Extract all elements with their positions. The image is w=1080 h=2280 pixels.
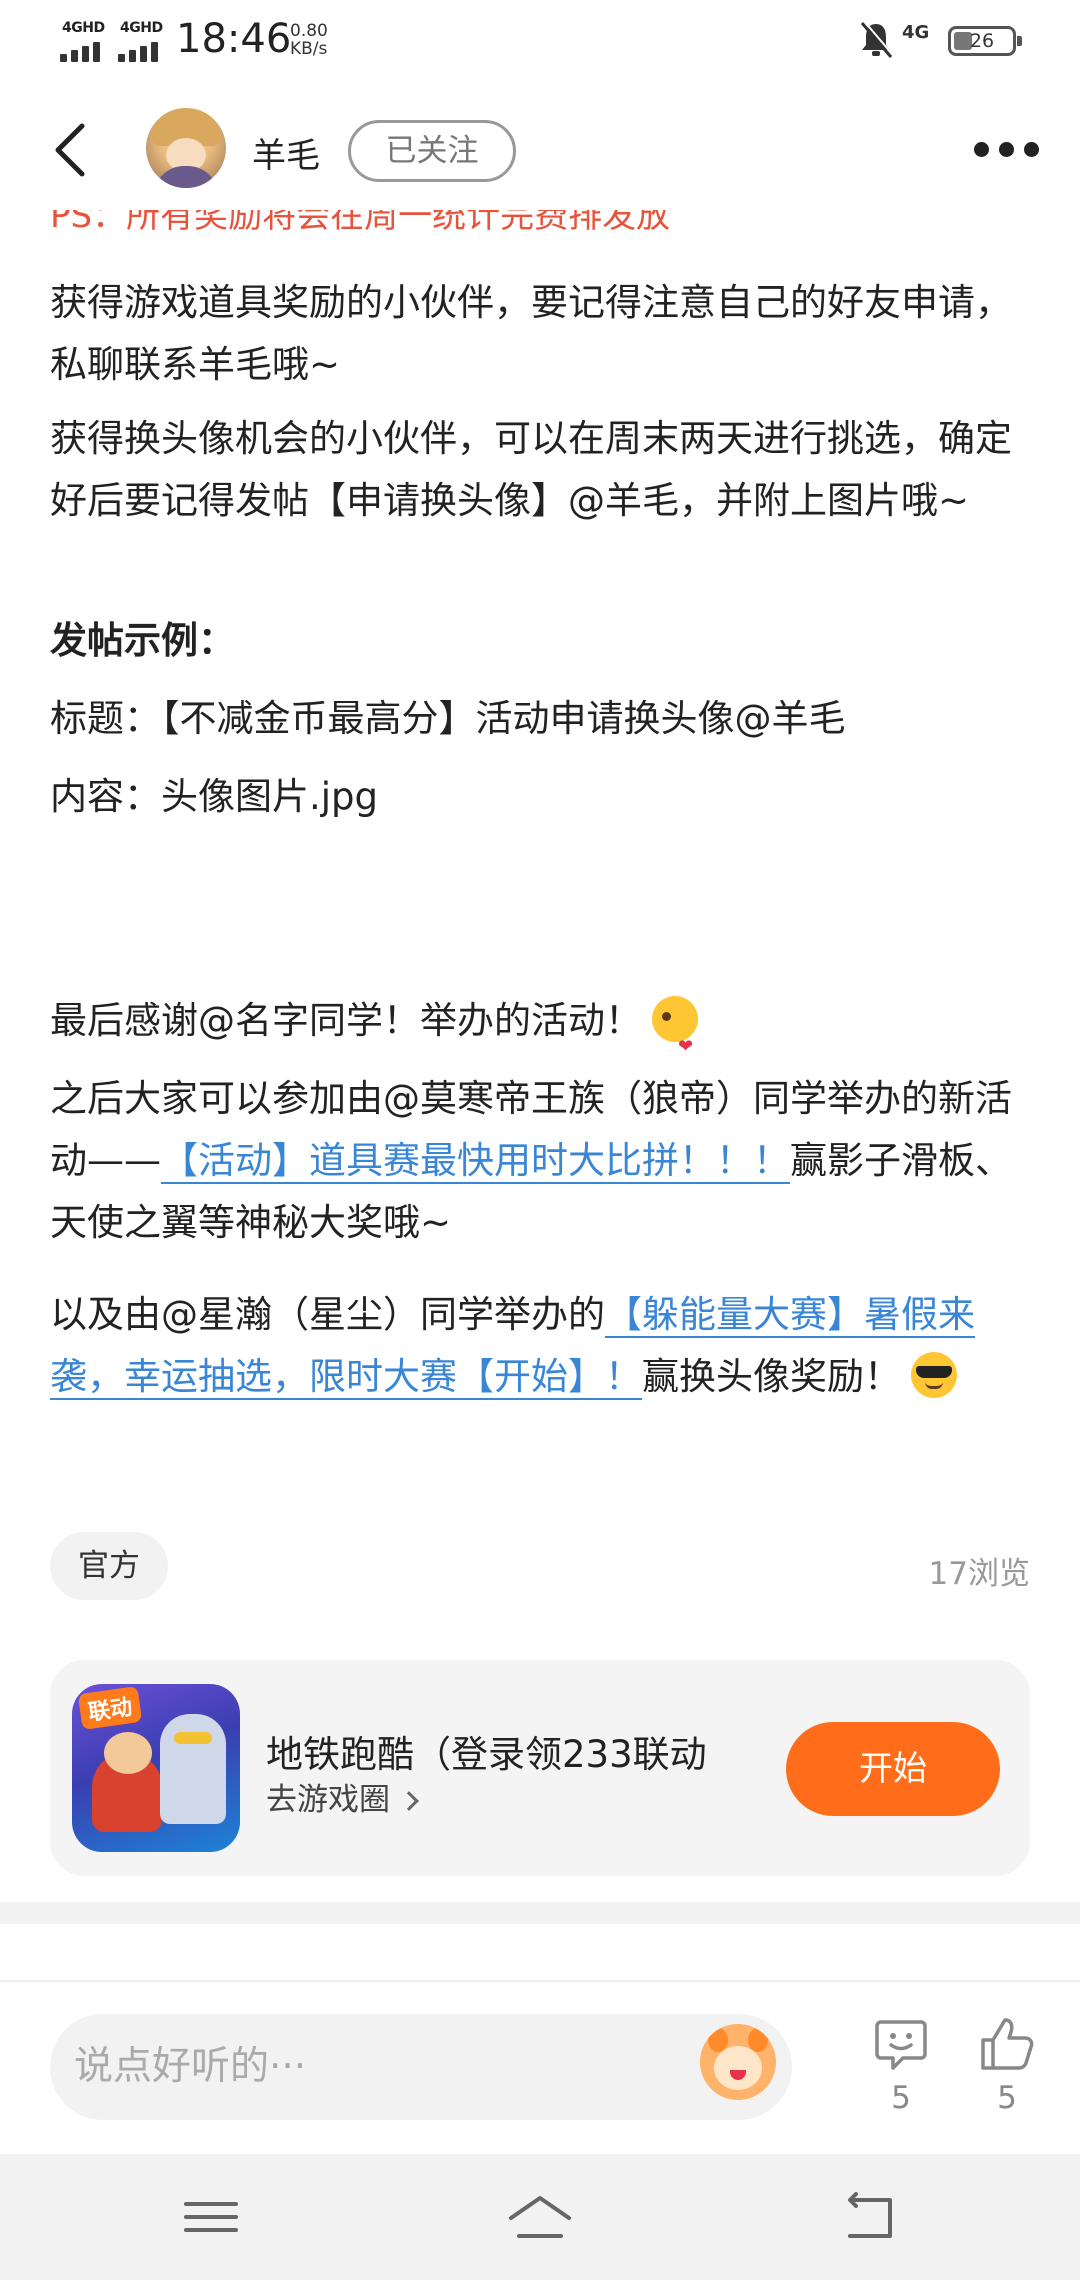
thanks-text: 最后感谢@名字同学！举办的活动！ bbox=[50, 999, 642, 1042]
sim1-label: 4GHD bbox=[62, 20, 105, 36]
like-button[interactable]: 5 bbox=[972, 2016, 1042, 2116]
official-tag[interactable]: 官方 bbox=[50, 1532, 168, 1600]
post-body: PS：所有奖励将会在周一统计完费排发放 获得游戏道具奖励的小伙伴，要记得注意自己… bbox=[50, 210, 1030, 1506]
author-name[interactable]: 羊毛 bbox=[252, 128, 320, 177]
thanks-paragraph: 最后感谢@名字同学！举办的活动！ bbox=[50, 990, 1020, 1078]
view-count: 17浏览 bbox=[928, 1556, 1030, 1592]
return-icon[interactable] bbox=[834, 2192, 904, 2242]
sunglasses-emoji-icon bbox=[911, 1352, 957, 1398]
partial-line: PS：所有奖励将会在周一统计完费排发放 bbox=[50, 210, 671, 236]
net-speed: 0.80 KB/s bbox=[290, 22, 328, 58]
network-type: 4G bbox=[902, 22, 930, 43]
activity-link[interactable]: 【活动】道具赛最快用时大比拼！！！ bbox=[161, 1139, 790, 1184]
kiss-emoji-icon bbox=[652, 996, 698, 1078]
paragraph: 获得换头像机会的小伙伴，可以在周末两天进行挑选，确定好后要记得发帖【申请换头像】… bbox=[50, 417, 1012, 522]
game-circle-link[interactable]: 去游戏圈 bbox=[266, 1774, 419, 1819]
start-game-button[interactable]: 开始 bbox=[786, 1722, 1000, 1816]
game-card[interactable]: 联动 地铁跑酷（登录领233联动 去游戏圈 开始 bbox=[50, 1660, 1030, 1876]
comment-icon bbox=[875, 2020, 927, 2070]
system-nav-bar bbox=[0, 2154, 1080, 2280]
menu-icon[interactable] bbox=[176, 2192, 246, 2242]
paragraph: 获得游戏道具奖励的小伙伴，要记得注意自己的好友申请，私聊联系羊毛哦~ bbox=[50, 281, 1012, 386]
post-header: 羊毛 已关注 bbox=[0, 90, 1080, 210]
author-avatar[interactable] bbox=[146, 108, 226, 188]
chevron-right-icon bbox=[399, 1791, 419, 1811]
game-icon[interactable]: 联动 bbox=[72, 1684, 240, 1852]
example-title: 标题：【不减金币最高分】活动申请换头像@羊毛 bbox=[50, 697, 846, 740]
next-activity-paragraph: 之后大家可以参加由@莫寒帝王族（狼帝）同学举办的新活动——【活动】道具赛最快用时… bbox=[50, 1068, 1020, 1254]
comment-input[interactable]: 说点好听的··· bbox=[50, 2014, 792, 2120]
sim2-label: 4GHD bbox=[120, 20, 163, 36]
example-content: 内容：头像图片.jpg bbox=[50, 775, 379, 818]
battery-level: 26 bbox=[969, 30, 995, 52]
home-icon[interactable] bbox=[505, 2192, 575, 2242]
section-divider bbox=[0, 1902, 1080, 1924]
divider bbox=[0, 1980, 1080, 1982]
other-activity-text: 以及由@星瀚（星尘）同学举办的 bbox=[50, 1293, 605, 1336]
other-activity-paragraph: 以及由@星瀚（星尘）同学举办的【躲能量大赛】暑假来袭，幸运抽选，限时大赛【开始】… bbox=[50, 1284, 1020, 1408]
status-bar: 4GHD 4GHD 18:46 0.80 KB/s 4G 26 bbox=[0, 0, 1080, 80]
net-speed-unit: KB/s bbox=[290, 39, 328, 59]
game-title[interactable]: 地铁跑酷（登录领233联动 bbox=[266, 1724, 786, 1778]
net-speed-value: 0.80 bbox=[290, 21, 328, 41]
follow-button[interactable]: 已关注 bbox=[348, 120, 516, 182]
other-activity-prize: 赢换头像奖励！ bbox=[642, 1355, 901, 1398]
like-icon bbox=[981, 2018, 1034, 2070]
comment-count: 5 bbox=[891, 2080, 911, 2116]
collab-badge: 联动 bbox=[77, 1685, 143, 1731]
dnd-bell-icon bbox=[860, 20, 894, 58]
battery-icon: 26 bbox=[948, 26, 1022, 56]
like-count: 5 bbox=[997, 2080, 1017, 2116]
clock: 18:46 bbox=[176, 16, 292, 62]
comment-button[interactable]: 5 bbox=[866, 2016, 936, 2116]
back-arrow-icon[interactable] bbox=[50, 120, 90, 180]
more-icon[interactable] bbox=[974, 142, 1040, 158]
example-heading: 发帖示例： bbox=[50, 619, 235, 662]
mascot-emoji-icon[interactable] bbox=[700, 2024, 776, 2100]
game-circle-label: 去游戏圈 bbox=[266, 1782, 390, 1818]
